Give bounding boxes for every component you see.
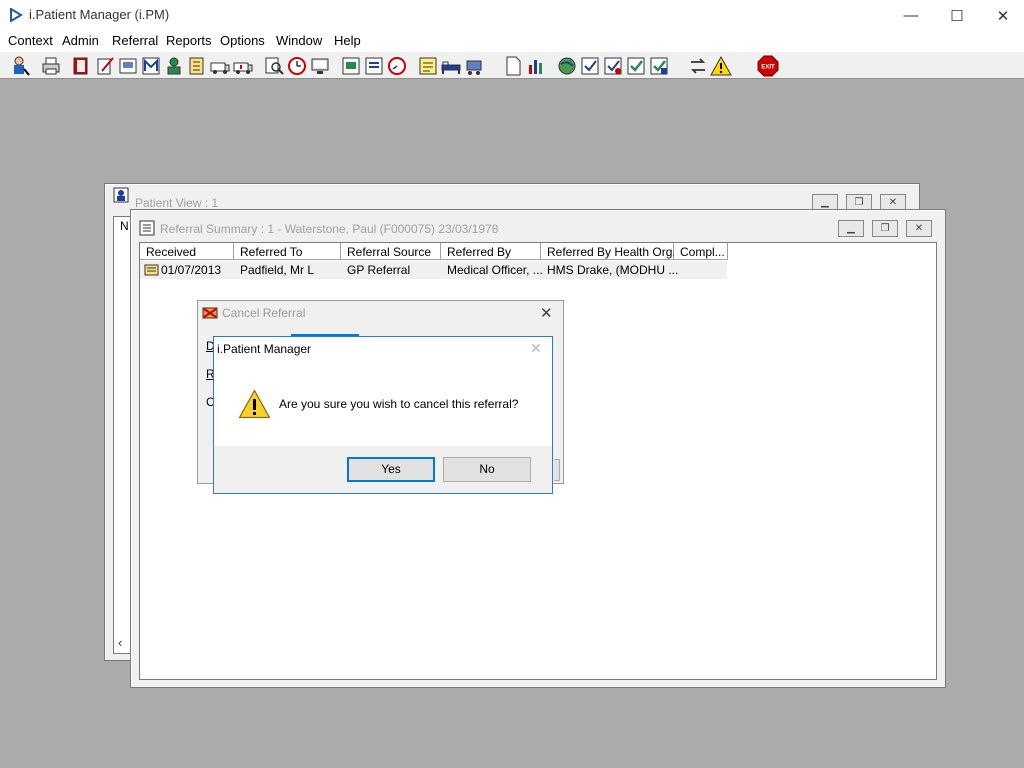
- form-icon[interactable]: [186, 55, 208, 77]
- ambulance-icon[interactable]: [209, 55, 231, 77]
- cell-referred-by-health-org[interactable]: HMS Drake, (MODHU ...: [547, 263, 678, 279]
- exit-icon[interactable]: EXIT: [757, 55, 779, 77]
- menu-reports[interactable]: Reports: [166, 33, 212, 48]
- check-doc2-icon[interactable]: [602, 55, 624, 77]
- note-icon[interactable]: [417, 55, 439, 77]
- cancel-referral-icon: [202, 307, 218, 319]
- patient-view-titlebar[interactable]: Patient View : 1 ▁ ❐ ✕: [105, 184, 919, 211]
- cancel-ok-button-edge[interactable]: [554, 459, 560, 481]
- cell-received[interactable]: 01/07/2013: [161, 263, 221, 279]
- referral-summary-close-button[interactable]: ✕: [906, 220, 932, 237]
- check-doc-icon[interactable]: [579, 55, 601, 77]
- list-doc-icon[interactable]: [363, 55, 385, 77]
- title-bar: i.Patient Manager (i.PM) — ☐ ✕: [0, 0, 1024, 31]
- confirm-dialog-message: Are you sure you wish to cancel this ref…: [279, 397, 519, 411]
- menu-admin[interactable]: Admin: [62, 33, 99, 48]
- referral-summary-restore-button[interactable]: ❐: [872, 220, 898, 237]
- check-green2-icon[interactable]: [648, 55, 670, 77]
- app-title: i.Patient Manager (i.PM): [29, 7, 170, 22]
- bar-chart-icon[interactable]: [525, 55, 547, 77]
- col-received[interactable]: Received: [140, 243, 234, 260]
- cancel-referral-close-button[interactable]: ✕: [540, 304, 553, 322]
- cell-referred-by[interactable]: Medical Officer, ...: [447, 263, 543, 279]
- referral-list-icon: [139, 220, 155, 236]
- globe-icon[interactable]: [556, 55, 578, 77]
- warning-icon: [238, 389, 271, 419]
- close-button[interactable]: ✕: [980, 0, 1024, 31]
- cart-icon[interactable]: [463, 55, 485, 77]
- app-logo-icon: [10, 8, 23, 22]
- photo-doc-icon[interactable]: [117, 55, 139, 77]
- patient-view-column-stub: N: [120, 219, 129, 233]
- col-referred-by[interactable]: Referred By: [441, 243, 541, 260]
- patient-view-title: Patient View : 1: [135, 196, 219, 210]
- menu-referral[interactable]: Referral: [112, 33, 158, 48]
- referral-summary-titlebar[interactable]: Referral Summary : 1 - Waterstone, Paul …: [131, 210, 945, 237]
- printer-icon[interactable]: [40, 55, 62, 77]
- confirm-dialog-title: i.Patient Manager: [217, 342, 312, 356]
- patient-view-scroll-left-icon[interactable]: ‹: [118, 635, 122, 650]
- exit-icon-label: EXIT: [761, 65, 775, 71]
- swap-arrows-icon[interactable]: [687, 55, 709, 77]
- ambulance2-icon[interactable]: [232, 55, 254, 77]
- patient-search-icon[interactable]: [9, 55, 31, 77]
- cell-referral-source[interactable]: GP Referral: [347, 263, 410, 279]
- menu-bar: Context Admin Referral Reports Options W…: [0, 31, 1024, 51]
- col-referral-source[interactable]: Referral Source: [341, 243, 441, 260]
- cancel-referral-title: Cancel Referral: [222, 306, 306, 320]
- cell-referred-to[interactable]: Padfield, Mr L: [240, 263, 314, 279]
- book-icon[interactable]: [70, 55, 92, 77]
- magnify-doc-icon[interactable]: [263, 55, 285, 77]
- yes-button[interactable]: Yes: [347, 457, 435, 482]
- menu-context[interactable]: Context: [8, 33, 53, 48]
- check-green-icon[interactable]: [625, 55, 647, 77]
- clock-gauge-icon[interactable]: [386, 55, 408, 77]
- confirm-dialog-footer: Yes No: [214, 446, 552, 493]
- col-referred-to[interactable]: Referred To: [234, 243, 341, 260]
- toolbar: EXIT: [0, 51, 1024, 79]
- no-button[interactable]: No: [443, 457, 531, 482]
- col-completed[interactable]: Compl...: [674, 243, 728, 260]
- referral-row-icon: [144, 264, 159, 276]
- menu-help[interactable]: Help: [334, 33, 361, 48]
- confirm-dialog[interactable]: i.Patient Manager ✕ Are you sure you wis…: [213, 336, 553, 494]
- mail-m-icon[interactable]: [140, 55, 162, 77]
- col-referred-by-health-org[interactable]: Referred By Health Org.: [541, 243, 676, 260]
- blank-page-icon[interactable]: [502, 55, 524, 77]
- referral-summary-title: Referral Summary : 1 - Waterstone, Paul …: [160, 222, 499, 236]
- bed-icon[interactable]: [440, 55, 462, 77]
- alarm-clock-icon[interactable]: [286, 55, 308, 77]
- warning-icon[interactable]: [710, 55, 732, 77]
- edit-doc-icon[interactable]: [94, 55, 116, 77]
- minimize-button[interactable]: —: [888, 0, 934, 31]
- monitor-icon[interactable]: [309, 55, 331, 77]
- person-card-icon[interactable]: [163, 55, 185, 77]
- chart-doc-icon[interactable]: [340, 55, 362, 77]
- maximize-button[interactable]: ☐: [934, 0, 980, 31]
- patient-icon: [113, 187, 129, 203]
- referral-summary-minimize-button[interactable]: ▁: [838, 220, 864, 237]
- menu-window[interactable]: Window: [276, 33, 322, 48]
- confirm-dialog-close-button[interactable]: ✕: [530, 340, 542, 357]
- menu-options[interactable]: Options: [220, 33, 265, 48]
